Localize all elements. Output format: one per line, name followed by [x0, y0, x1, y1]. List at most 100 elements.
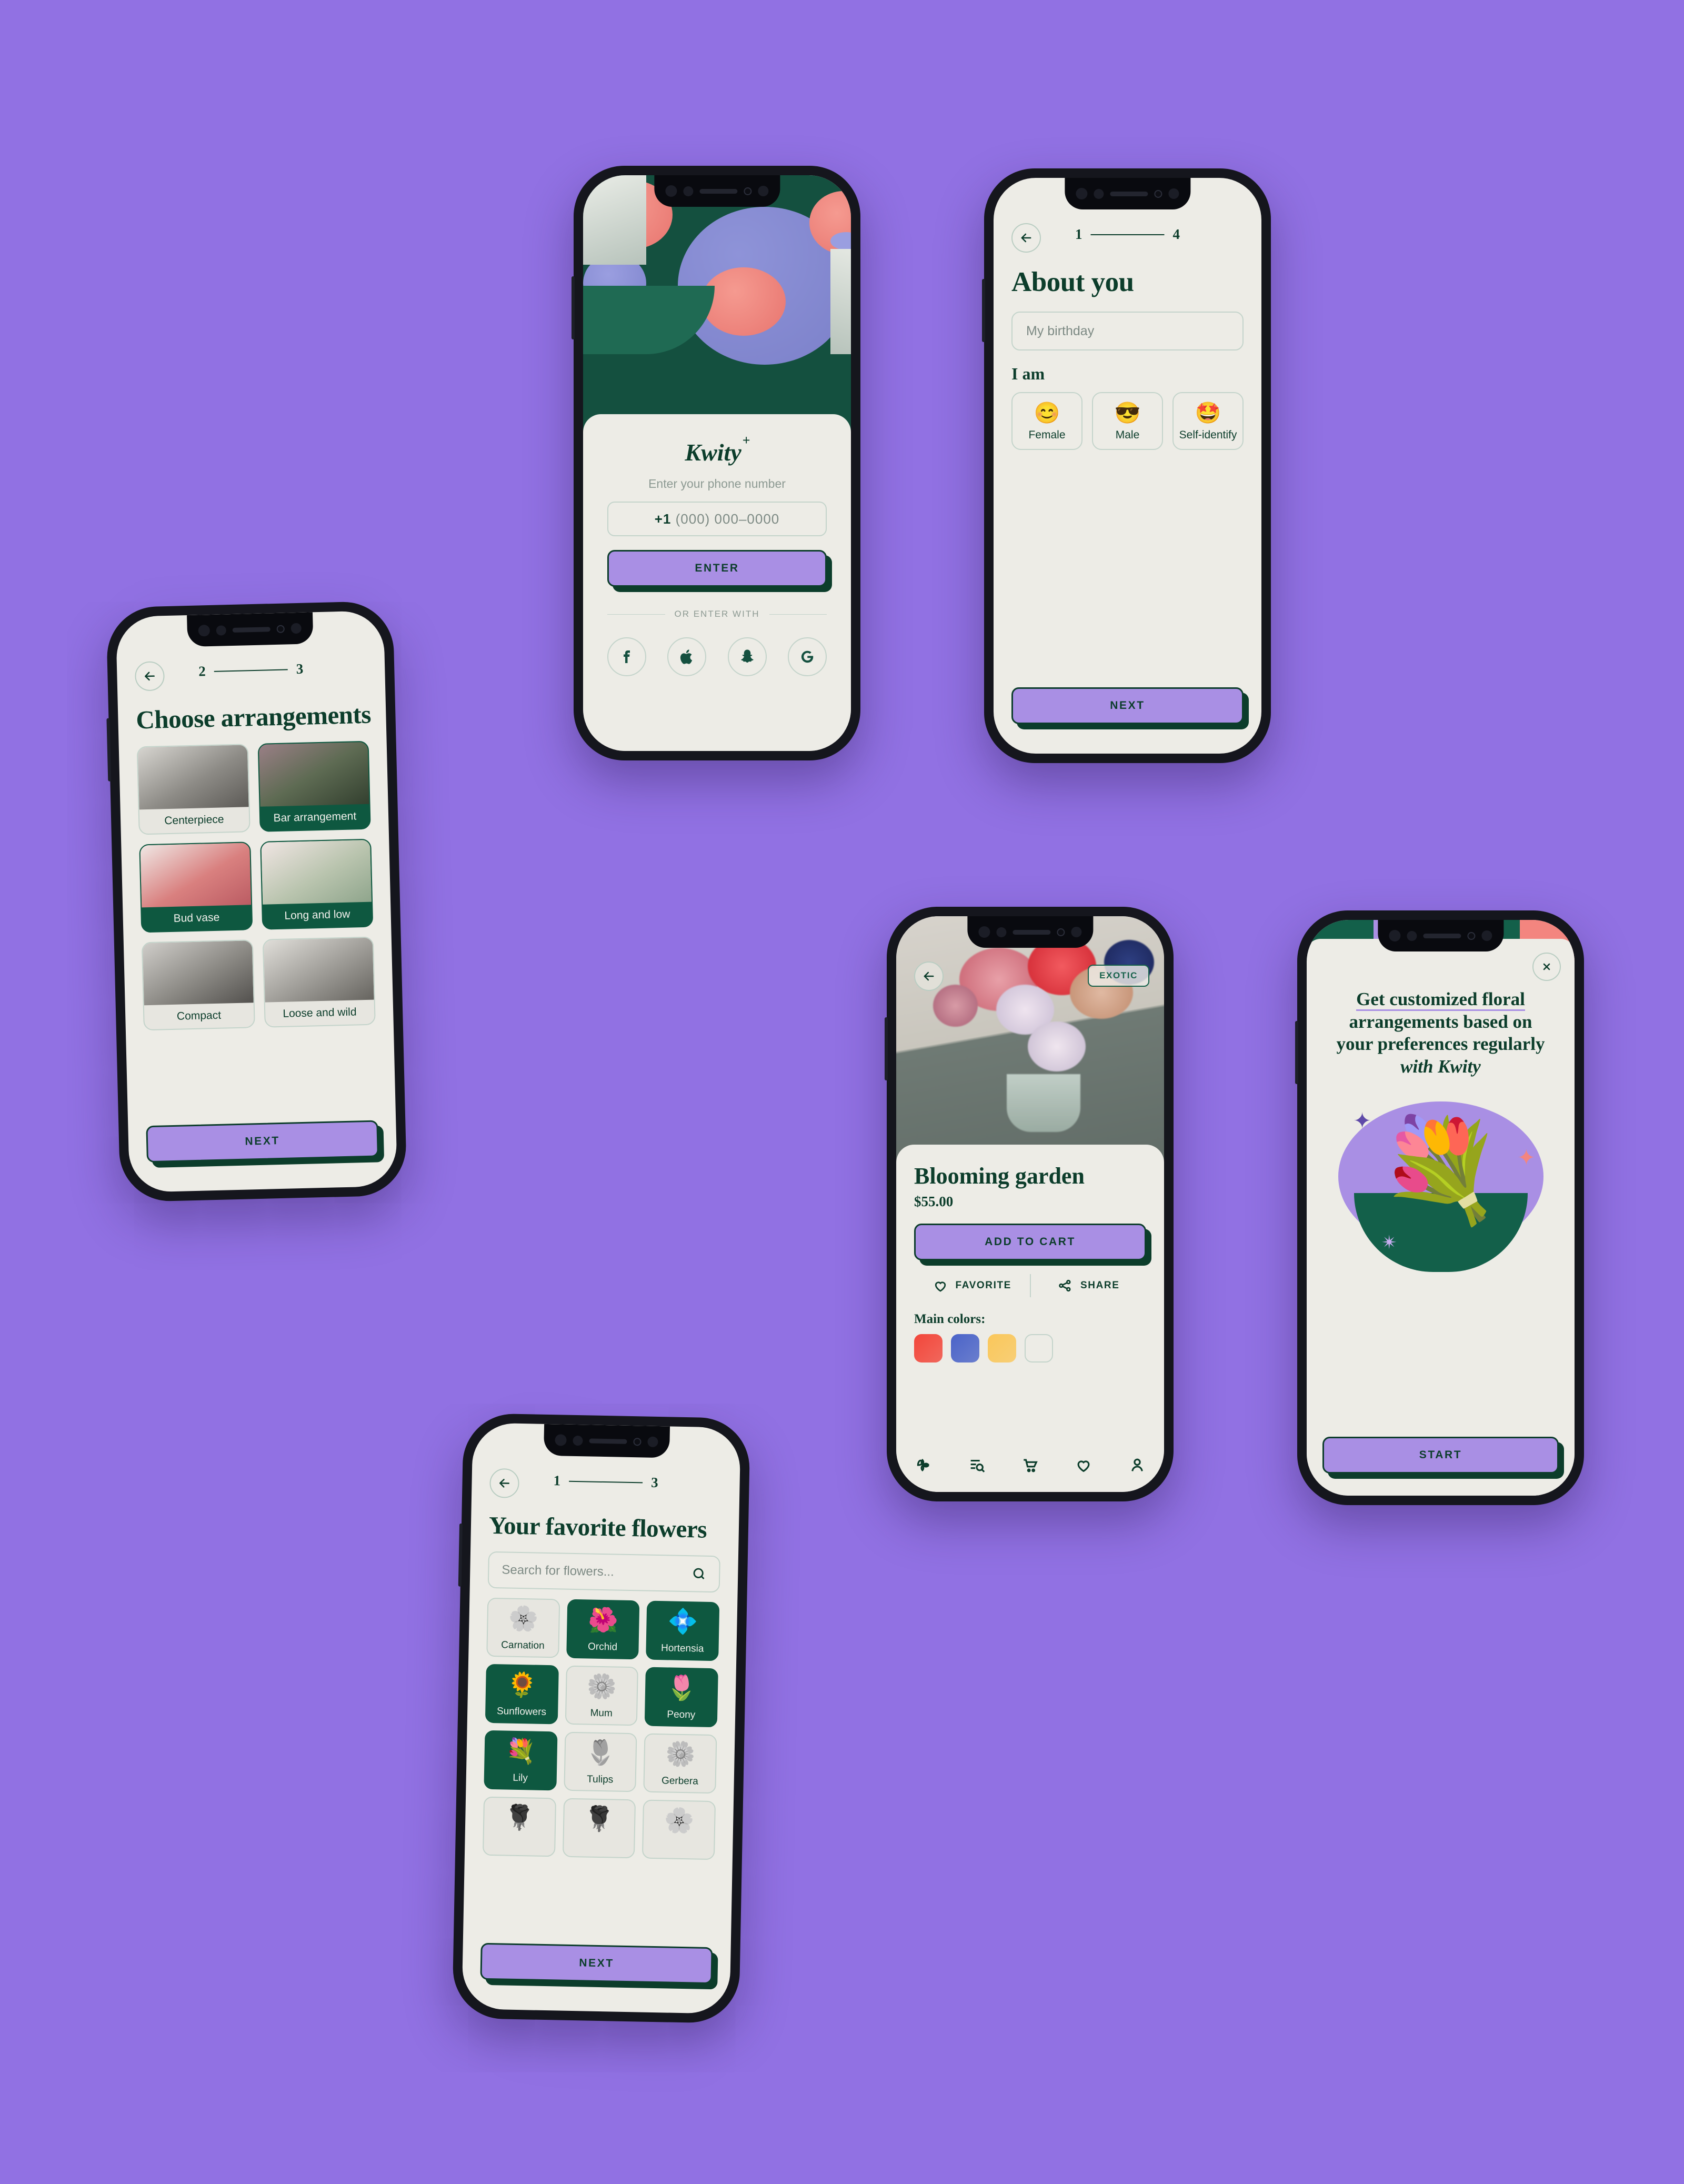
flower-card[interactable]: 🌺 Orchid — [566, 1599, 640, 1660]
flower-label: Mum — [590, 1707, 613, 1719]
arrangement-label: Long and low — [284, 908, 350, 922]
gender-option-female[interactable]: 😊 Female — [1011, 392, 1082, 450]
search-list-icon[interactable] — [968, 1456, 986, 1474]
arrangement-card[interactable]: Long and low — [259, 838, 374, 930]
apple-icon[interactable] — [667, 637, 707, 676]
arrangement-card[interactable]: Compact — [141, 939, 255, 1031]
step-bar — [1090, 234, 1165, 235]
sparkle-icon: ✦ — [1517, 1145, 1536, 1170]
flower-icon: 🌷 — [585, 1738, 616, 1767]
color-swatch[interactable] — [914, 1334, 943, 1363]
or-divider: OR ENTER WITH — [607, 609, 827, 619]
phone-about-you-screen: 1 4 About you My birthday I am 😊 Female … — [982, 168, 1271, 763]
step-current: 2 — [198, 663, 206, 679]
flower-card[interactable]: 🌸 Carnation — [486, 1597, 560, 1658]
promo-headline: Get customized floral arrangements based… — [1322, 988, 1559, 1078]
flower-grid: 🌸 Carnation 🌺 Orchid 💠 Hortensia 🌻 Sunflowers 🌼 M… — [465, 1597, 737, 1860]
color-swatch[interactable] — [951, 1334, 979, 1363]
arrangement-card[interactable]: Centerpiece — [136, 744, 250, 835]
color-swatches — [914, 1334, 1146, 1363]
favorite-label: FAVORITE — [955, 1280, 1011, 1291]
gender-option-self-identify[interactable]: 🤩 Self-identify — [1172, 392, 1244, 450]
flower-card[interactable]: 🌹 — [562, 1798, 636, 1859]
color-swatch-empty[interactable] — [1025, 1334, 1053, 1363]
phone-product-detail-screen: EXOTIC Blooming garden $55.00 ADD TO CAR… — [885, 907, 1174, 1501]
flower-icon: 🌹 — [504, 1803, 535, 1831]
heart-icon[interactable] — [1075, 1456, 1092, 1474]
device-notch — [1064, 178, 1191, 209]
flower-card[interactable]: 🌼 Gerbera — [643, 1733, 717, 1794]
flower-card[interactable]: 🌼 Mum — [565, 1665, 639, 1726]
page-title: Choose arrangements — [135, 699, 372, 735]
product-info-sheet: Blooming garden $55.00 ADD TO CART FAVOR… — [896, 1145, 1164, 1492]
google-icon[interactable] — [787, 637, 827, 676]
page-title: About you — [1011, 267, 1134, 297]
flower-label: Tulips — [587, 1774, 614, 1786]
back-button[interactable] — [1011, 223, 1041, 253]
social-login-row — [607, 637, 827, 676]
flower-card[interactable]: 🌷 Tulips — [564, 1731, 637, 1792]
close-icon[interactable] — [1532, 953, 1561, 981]
flower-icon: 🌸 — [508, 1604, 539, 1632]
flower-label: Hortensia — [660, 1642, 704, 1655]
flower-card[interactable]: 🌹 — [482, 1796, 556, 1857]
arrangement-card[interactable]: Bar arrangement — [257, 740, 371, 832]
flower-card[interactable]: 🌸 — [642, 1799, 716, 1860]
back-button[interactable] — [489, 1468, 520, 1498]
search-icon — [693, 1568, 705, 1579]
facebook-icon[interactable] — [607, 637, 646, 676]
profile-icon[interactable] — [1128, 1456, 1146, 1474]
gender-option-male[interactable]: 😎 Male — [1092, 392, 1163, 450]
product-price: $55.00 — [914, 1194, 954, 1209]
phone-placeholder: (000) 000–0000 — [675, 510, 780, 527]
flower-label: Gerbera — [661, 1775, 698, 1787]
next-button[interactable]: NEXT — [146, 1120, 379, 1163]
flower-card[interactable]: 🌷 Peony — [645, 1667, 718, 1728]
brand-logo: Kwity+ — [685, 432, 750, 466]
color-swatch[interactable] — [988, 1334, 1016, 1363]
step-indicator: 1 4 — [1075, 226, 1180, 243]
snapchat-icon[interactable] — [727, 637, 767, 676]
arrangement-label: Compact — [176, 1009, 222, 1023]
add-to-cart-button[interactable]: ADD TO CART — [914, 1224, 1146, 1260]
share-icon — [1059, 1279, 1071, 1292]
step-current: 1 — [1075, 226, 1082, 242]
next-button[interactable]: NEXT — [1011, 687, 1244, 724]
search-input[interactable]: Search for flowers... — [487, 1551, 720, 1593]
back-button[interactable] — [134, 661, 165, 692]
flower-label — [645, 1837, 711, 1859]
arrangement-card[interactable]: Bud vase — [139, 841, 253, 933]
flower-card[interactable]: 💐 Lily — [484, 1730, 558, 1791]
category-badge: EXOTIC — [1088, 965, 1149, 987]
home-petal-icon[interactable] — [914, 1456, 932, 1474]
login-hero-artwork — [583, 175, 851, 449]
next-button[interactable]: NEXT — [480, 1942, 713, 1985]
step-total: 4 — [1172, 226, 1180, 242]
phone-input[interactable]: +1 (000) 000–0000 — [607, 502, 827, 536]
gender-section-label: I am — [1011, 364, 1045, 383]
device-notch — [967, 916, 1094, 948]
step-bar — [214, 668, 288, 672]
share-button[interactable]: SHARE — [1031, 1278, 1147, 1294]
arrangement-photo — [142, 940, 254, 1006]
promo-line-4: with Kwity — [1400, 1056, 1481, 1077]
arrangement-card[interactable]: Loose and wild — [262, 936, 376, 1028]
back-button[interactable] — [914, 961, 944, 991]
device-notch — [543, 1424, 670, 1458]
birthday-placeholder: My birthday — [1026, 323, 1095, 338]
flower-card[interactable]: 🌻 Sunflowers — [485, 1664, 559, 1725]
start-button[interactable]: START — [1322, 1437, 1559, 1474]
birthday-field[interactable]: My birthday — [1011, 312, 1244, 350]
enter-button[interactable]: ENTER — [607, 550, 827, 587]
favorite-button[interactable]: FAVORITE — [914, 1278, 1030, 1294]
arrangement-label: Centerpiece — [164, 813, 224, 827]
flower-card[interactable]: 💠 Hortensia — [646, 1600, 720, 1661]
step-total: 3 — [650, 1474, 658, 1490]
flower-icon: 🌻 — [506, 1670, 538, 1699]
step-indicator: 2 3 — [198, 661, 304, 680]
step-total: 3 — [296, 660, 304, 677]
cart-icon[interactable] — [1021, 1456, 1039, 1474]
arrangement-photo — [263, 937, 374, 1003]
flower-label — [486, 1834, 552, 1856]
gender-label: Self-identify — [1179, 429, 1237, 441]
